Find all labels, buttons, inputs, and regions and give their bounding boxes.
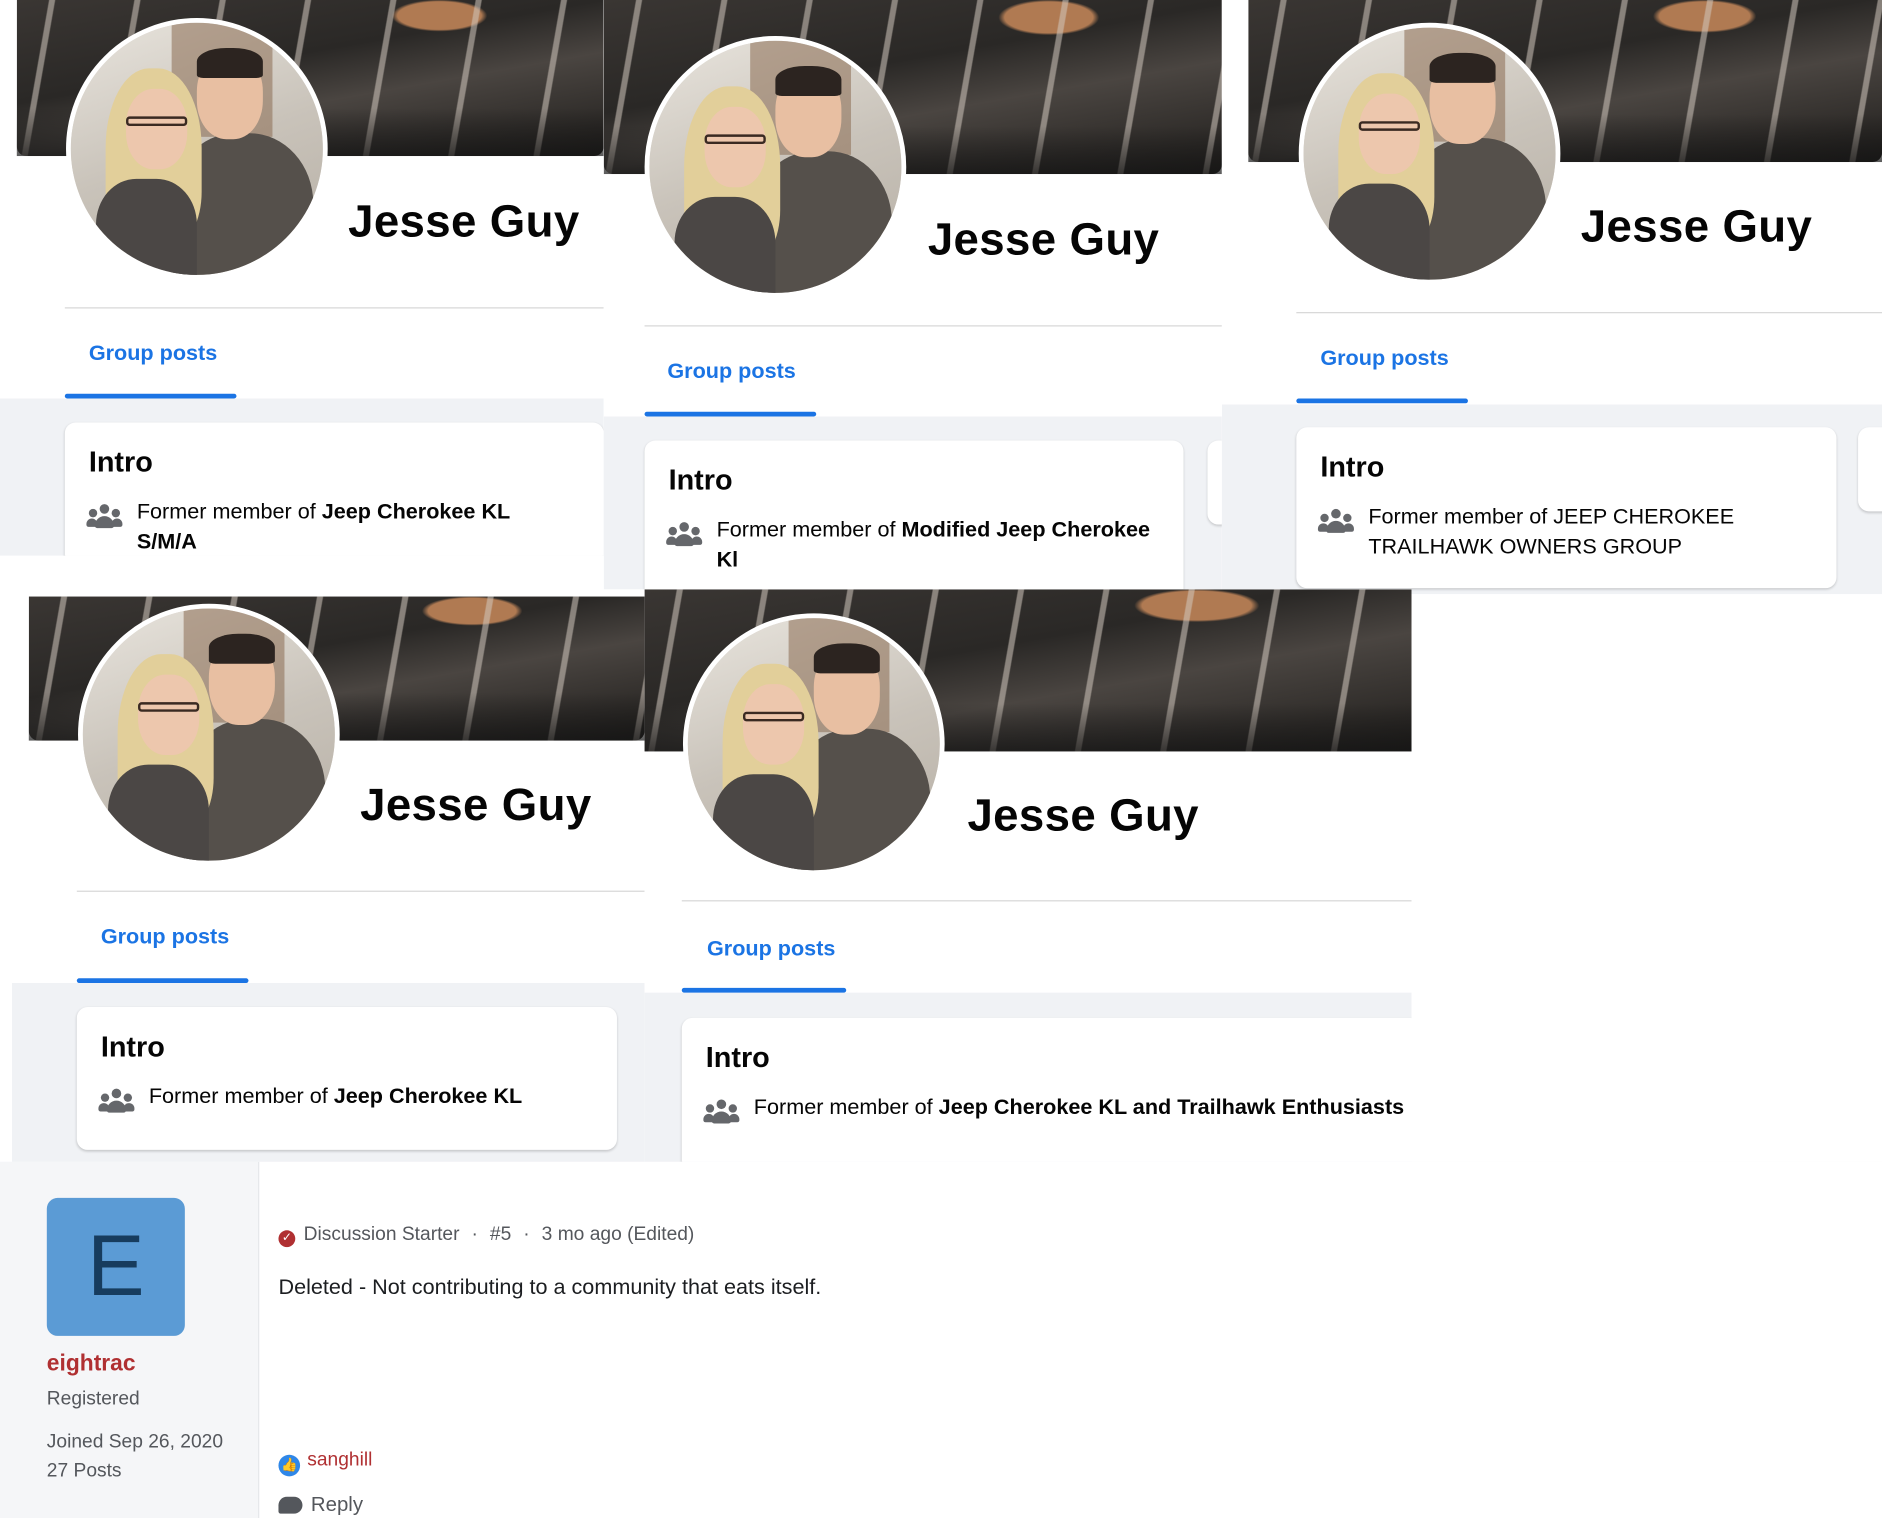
profile-avatar[interactable]: [644, 36, 907, 298]
group-link[interactable]: Jeep Cherokee KL: [334, 1084, 523, 1108]
group-icon: [98, 1088, 135, 1113]
profile-avatar[interactable]: [78, 603, 340, 866]
user-role: Registered: [46, 1388, 140, 1410]
user-post-count: 27 Posts: [46, 1460, 122, 1482]
user-avatar[interactable]: E: [46, 1197, 185, 1336]
post-time[interactable]: 3 mo ago (Edited): [542, 1224, 695, 1244]
group-link[interactable]: Jeep Cherokee KL and Trailhawk Enthusias…: [939, 1095, 1404, 1119]
profile-avatar[interactable]: [682, 613, 945, 876]
collage-stage: Jesse Guy Group posts Intro Former membe…: [0, 0, 1882, 1518]
profile-name: Jesse Guy: [348, 196, 580, 248]
intro-card: Intro Former member of JEEP CHEROKEE TRA…: [1296, 427, 1837, 589]
reply-button[interactable]: Reply: [278, 1493, 363, 1517]
thumbs-up-icon: 👍: [278, 1454, 301, 1477]
intro-membership: Former member of Modified Jeep Cherokee …: [716, 517, 1150, 572]
profile-name: Jesse Guy: [360, 780, 592, 831]
intro-card: Intro Former member of Jeep Cherokee KL …: [681, 1017, 1412, 1162]
starter-badge: Discussion Starter: [303, 1224, 460, 1245]
intro-card: Intro Former member of Jeep Cherokee KL: [76, 1007, 617, 1150]
intro-membership: Former member of Jeep Cherokee KL S/M/A: [136, 499, 510, 554]
profile-name: Jesse Guy: [927, 214, 1160, 266]
speech-bubble-icon: [278, 1496, 303, 1514]
tab-group-posts[interactable]: Group posts: [101, 924, 229, 949]
profile-panel-2: Jesse Guy Group posts Intro Former membe…: [603, 0, 1222, 590]
post-number-link[interactable]: #5: [490, 1224, 511, 1244]
profile-name: Jesse Guy: [967, 790, 1199, 842]
group-icon: [86, 504, 123, 529]
profile-avatar[interactable]: [66, 18, 328, 280]
username-link[interactable]: eightrac: [47, 1352, 136, 1378]
group-icon: [1317, 508, 1354, 533]
intro-membership: Former member of JEEP CHEROKEE TRAILHAWK…: [1368, 504, 1735, 559]
intro-title: Intro: [705, 1041, 770, 1075]
profile-panel-5: Jesse Guy Group posts Intro Former membe…: [644, 589, 1412, 1162]
tab-group-posts[interactable]: Group posts: [89, 341, 217, 366]
group-icon: [666, 522, 703, 547]
tab-group-posts[interactable]: Group posts: [1320, 346, 1448, 371]
intro-membership: Former member of Jeep Cherokee KL and Tr…: [753, 1094, 1405, 1119]
reply-label: Reply: [310, 1493, 364, 1516]
check-circle-icon: ✓: [278, 1230, 296, 1248]
post-body: ✓ Discussion Starter · #5 · 3 mo ago (Edited)…: [258, 1161, 1882, 1518]
intro-title: Intro: [1320, 451, 1385, 484]
tab-group-posts[interactable]: Group posts: [667, 359, 795, 384]
post-author: E eightrac Registered Joined Sep 26, 202…: [0, 1161, 259, 1518]
intro-card: Intro Former member of Jeep Cherokee KL …: [64, 422, 604, 556]
intro-title: Intro: [88, 446, 153, 479]
profile-panel-4: Jesse Guy Group posts Intro Former membe…: [12, 596, 645, 1162]
profile-name: Jesse Guy: [1580, 201, 1813, 253]
profile-panel-3: Jesse Guy Group posts Intro Former membe…: [1221, 0, 1882, 595]
tab-group-posts[interactable]: Group posts: [707, 936, 835, 961]
profile-avatar[interactable]: [1298, 22, 1561, 285]
reaction-row: 👍 sanghill: [278, 1450, 372, 1477]
forum-post: E eightrac Registered Joined Sep 26, 202…: [0, 1161, 1882, 1518]
user-joined: Joined Sep 26, 2020: [46, 1431, 224, 1453]
reaction-user-link[interactable]: sanghill: [307, 1450, 372, 1470]
profile-panel-1: Jesse Guy Group posts Intro Former membe…: [0, 0, 604, 556]
intro-title: Intro: [100, 1031, 165, 1064]
post-text: Deleted - Not contributing to a communit…: [278, 1274, 822, 1299]
post-meta: ✓ Discussion Starter · #5 · 3 mo ago (Edited): [278, 1224, 695, 1248]
intro-membership: Former member of Jeep Cherokee KL: [148, 1083, 523, 1108]
intro-card: Intro Former member of Modified Jeep Che…: [644, 440, 1184, 590]
intro-title: Intro: [668, 464, 733, 497]
group-icon: [703, 1099, 740, 1124]
